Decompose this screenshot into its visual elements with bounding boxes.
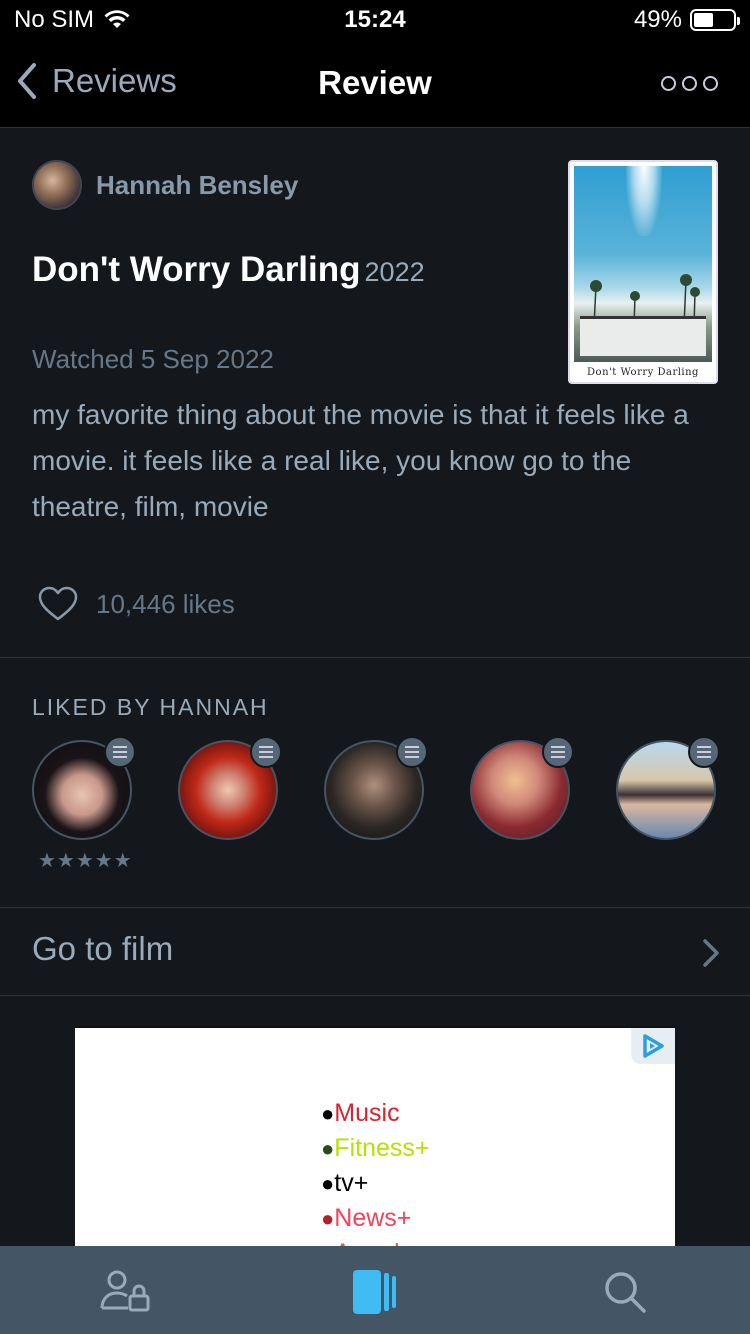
friend-rating: ★★★★★ [38, 850, 133, 872]
go-to-film-label: Go to film [32, 930, 174, 967]
list-icon [250, 736, 282, 768]
friend-avatar-item[interactable]: ★★★★★ [32, 736, 136, 872]
apple-logo-icon: ● [321, 1171, 335, 1196]
list-icon [396, 736, 428, 768]
friend-avatar-item[interactable] [324, 736, 428, 840]
ad-item: ●News+ [321, 1201, 429, 1236]
poster-title: Don't Worry Darling [587, 367, 699, 378]
battery-percent: 49% [633, 6, 682, 33]
ad-services-list: ●Music ●Fitness+ ●tv+ ●News+ ●Arcade [321, 1096, 429, 1248]
ad-item: ●Fitness+ [321, 1131, 429, 1166]
ad-item-label: Music [334, 1099, 400, 1127]
poster-house [580, 316, 706, 356]
friend-avatar-item[interactable] [178, 736, 282, 840]
ad-item: ●Music [321, 1096, 429, 1131]
tab-search[interactable] [600, 1268, 652, 1316]
ad-item-label: tv+ [334, 1169, 369, 1197]
advertisement[interactable]: ●Music ●Fitness+ ●tv+ ●News+ ●Arcade [75, 1026, 675, 1248]
apple-logo-icon: ● [321, 1136, 335, 1161]
friend-avatar-item[interactable] [616, 736, 720, 840]
tab-films[interactable] [350, 1268, 402, 1316]
review-section: Hannah Bensley Don't Worry Darling 2022 W… [0, 128, 750, 658]
ad-item-label: News+ [334, 1204, 412, 1232]
battery-level [694, 13, 713, 27]
heart-icon[interactable] [38, 586, 78, 622]
author-name[interactable]: Hannah Bensley [96, 170, 298, 201]
likes-row[interactable]: 10,446 likes [38, 586, 235, 622]
apple-logo-icon: ● [321, 1206, 335, 1231]
tab-activity[interactable] [100, 1268, 152, 1316]
nav-bar: Reviews Review [0, 40, 750, 128]
list-icon [688, 736, 720, 768]
review-author[interactable]: Hannah Bensley [32, 160, 298, 210]
page-title: Review [318, 64, 432, 101]
liked-by-heading: LIKED BY HANNAH [32, 694, 269, 720]
battery-icon [690, 9, 740, 31]
film-title-text[interactable]: Don't Worry Darling [32, 250, 361, 289]
watched-date: Watched 5 Sep 2022 [32, 344, 274, 374]
review-body: my favorite thing about the movie is tha… [32, 399, 689, 522]
avatar[interactable] [32, 160, 82, 210]
ad-item-label: Fitness+ [334, 1134, 430, 1162]
film-year: 2022 [364, 257, 425, 287]
chevron-right-icon [703, 939, 719, 967]
film-poster[interactable]: Don't Worry Darling [568, 160, 718, 384]
apple-logo-icon: ● [321, 1101, 335, 1126]
people-lock-icon [100, 1270, 150, 1312]
likes-count: 10,446 likes [96, 588, 235, 619]
ad-item: ●tv+ [321, 1166, 429, 1201]
film-title[interactable]: Don't Worry Darling 2022 [32, 250, 425, 290]
more-dot-icon [682, 76, 697, 91]
poster-image [574, 166, 712, 362]
more-dot-icon [661, 76, 676, 91]
list-icon [542, 736, 574, 768]
tab-bar [0, 1246, 750, 1334]
adchoices-icon[interactable] [631, 1028, 675, 1064]
film-cards-icon [353, 1270, 396, 1314]
list-icon [104, 736, 136, 768]
more-options-button[interactable] [661, 76, 718, 91]
more-dot-icon [703, 76, 718, 91]
poster-spray [626, 166, 662, 236]
status-bar: No SIM 15:24 49% [0, 0, 750, 40]
liked-by-section: LIKED BY HANNAH ★★★★★ [0, 658, 750, 908]
friend-avatar-item[interactable] [470, 736, 574, 840]
search-icon [605, 1272, 646, 1313]
go-to-film-row[interactable]: Go to film [0, 908, 750, 996]
